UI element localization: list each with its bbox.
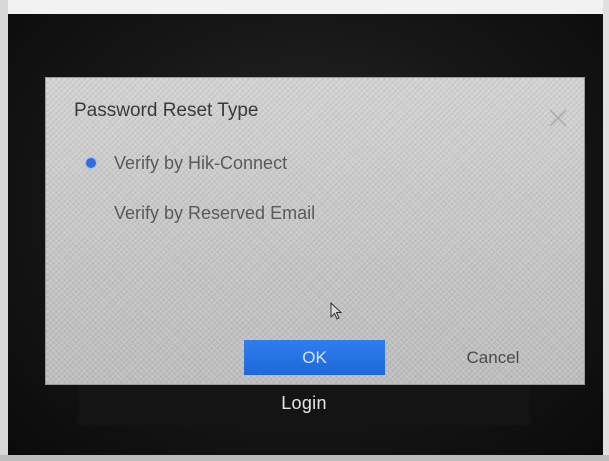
monitor-screen: Login Password Reset Type Verify by Hik-… — [0, 0, 609, 461]
ok-button[interactable]: OK — [244, 340, 385, 375]
radio-unselected-icon[interactable] — [86, 208, 96, 218]
monitor-bezel-right — [603, 0, 609, 461]
close-icon[interactable] — [546, 106, 570, 130]
monitor-bezel-left — [0, 0, 8, 461]
option-verify-hik-connect[interactable]: Verify by Hik-Connect — [86, 150, 287, 176]
option-label: Verify by Reserved Email — [114, 202, 316, 223]
option-verify-reserved-email[interactable]: Verify by Reserved Email — [86, 200, 315, 226]
login-label: Login — [281, 393, 327, 413]
login-button[interactable]: Login — [78, 384, 530, 425]
monitor-bezel-bottom — [0, 455, 609, 461]
radio-selected-icon[interactable] — [86, 158, 96, 168]
monitor-bezel-top — [0, 0, 609, 14]
password-reset-dialog: Password Reset Type Verify by Hik-Connec… — [46, 78, 584, 384]
dialog-title: Password Reset Type — [74, 100, 259, 121]
mouse-cursor-icon — [330, 302, 343, 320]
option-label: Verify by Hik-Connect — [114, 152, 288, 173]
cancel-button[interactable]: Cancel — [438, 340, 548, 375]
